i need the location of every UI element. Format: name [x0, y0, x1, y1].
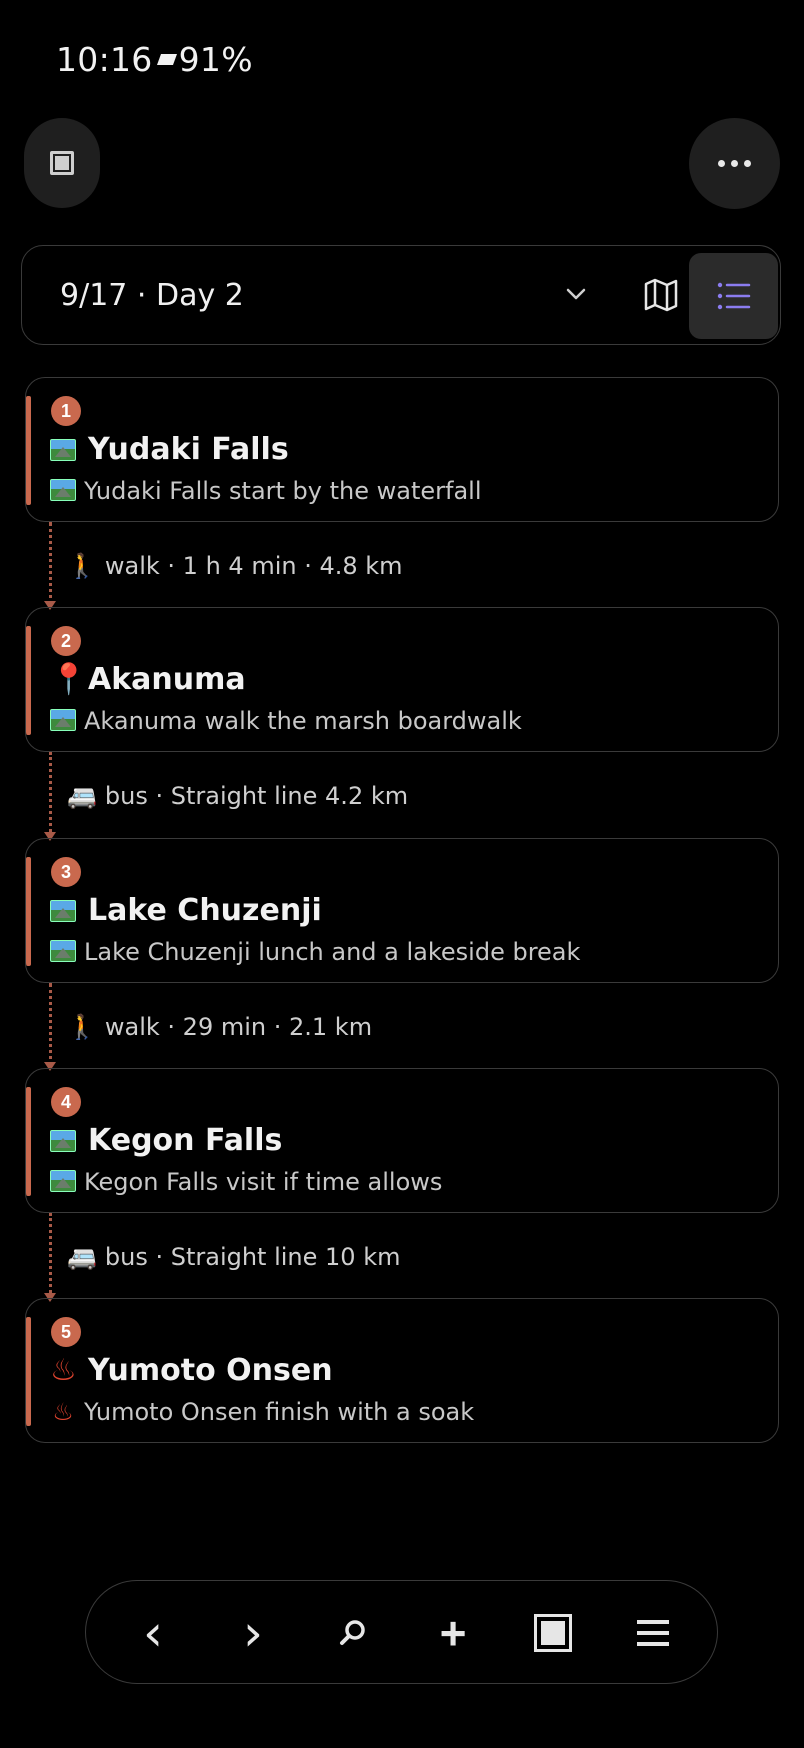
menu-icon	[637, 1620, 669, 1646]
transit-text: walk · 1 h 4 min · 4.8 km	[104, 552, 403, 580]
hot-springs-icon: ♨	[50, 1353, 77, 1388]
stop-name: 📍Akanuma	[50, 662, 246, 697]
stop-note-text: Lake Chuzenji lunch and a lakeside break	[84, 938, 581, 966]
stop-name: Kegon Falls	[50, 1123, 282, 1158]
stop-name-text: Kegon Falls	[88, 1123, 283, 1158]
card-accent	[26, 626, 31, 735]
back-icon: ‹	[143, 1604, 163, 1662]
stop-card[interactable]: 5 ♨ Yumoto Onsen ♨ Yumoto Onsen finish wit…	[25, 1298, 779, 1443]
stop-name-text: Akanuma	[88, 662, 246, 697]
day-title[interactable]: 9/17 · Day 2	[60, 278, 244, 313]
transit-info[interactable]: 🚐 bus · Straight line 10 km	[67, 1243, 400, 1271]
stop-note: Kegon Falls visit if time allows	[50, 1168, 442, 1196]
browser-toolbar: ‹ › +	[85, 1580, 718, 1684]
route-connector	[44, 752, 56, 841]
forward-icon: ›	[243, 1604, 263, 1662]
mountain-picture-icon	[50, 893, 76, 928]
search-button[interactable]	[313, 1581, 393, 1685]
tabs-icon	[534, 1614, 572, 1652]
tabs-button[interactable]	[513, 1581, 593, 1685]
mountain-picture-icon	[50, 1123, 76, 1158]
list-icon	[717, 282, 750, 310]
stop-number: 1	[51, 396, 81, 426]
stop-note-text: Kegon Falls visit if time allows	[84, 1168, 443, 1196]
card-accent	[26, 1317, 31, 1426]
battery-icon	[156, 53, 177, 65]
mountain-picture-icon	[50, 432, 76, 467]
map-icon	[644, 278, 678, 312]
stop-note: Lake Chuzenji lunch and a lakeside break	[50, 938, 580, 966]
route-connector	[44, 983, 56, 1071]
pin-icon: 📍	[50, 662, 88, 697]
route-connector	[44, 522, 56, 610]
walking-person-icon: 🚶	[67, 552, 97, 580]
forward-button[interactable]: ›	[213, 1581, 293, 1685]
card-accent	[26, 396, 31, 505]
search-icon	[340, 1620, 365, 1645]
day-selector: 9/17 · Day 2	[21, 245, 781, 345]
add-icon: +	[439, 1607, 467, 1659]
stop-card[interactable]: 4 Kegon Falls Kegon Falls visit if time …	[25, 1068, 779, 1213]
square-icon	[50, 151, 74, 175]
stop-note-text: Akanuma walk the marsh boardwalk	[84, 707, 522, 735]
mountain-picture-icon	[50, 1168, 76, 1196]
mountain-picture-icon	[50, 938, 76, 966]
stop-card[interactable]: 2 📍Akanuma Akanuma walk the marsh boardw…	[25, 607, 779, 752]
hot-springs-icon: ♨	[52, 1398, 74, 1426]
chevron-down-icon[interactable]	[562, 280, 590, 313]
stop-name-text: Yudaki Falls	[88, 432, 289, 467]
stop-number: 3	[51, 857, 81, 887]
stop-name: Lake Chuzenji	[50, 893, 322, 928]
bus-icon: 🚐	[67, 1243, 97, 1271]
stop-name: Yudaki Falls	[50, 432, 289, 467]
status-bar: 10:16 91%	[56, 40, 253, 79]
transit-text: bus · Straight line 10 km	[104, 1243, 401, 1271]
transit-text: walk · 29 min · 2.1 km	[104, 1013, 373, 1041]
route-connector	[44, 1213, 56, 1302]
mountain-picture-icon	[50, 707, 76, 735]
menu-button[interactable]	[613, 1581, 693, 1685]
walking-person-icon: 🚶	[67, 1013, 97, 1041]
sidebar-toggle-button[interactable]	[24, 118, 100, 208]
card-accent	[26, 857, 31, 966]
stop-note-text: Yudaki Falls start by the waterfall	[84, 477, 482, 505]
transit-info[interactable]: 🚶 walk · 29 min · 2.1 km	[67, 1013, 372, 1041]
transit-info[interactable]: 🚐 bus · Straight line 4.2 km	[67, 782, 408, 810]
stop-name-text: Lake Chuzenji	[88, 893, 322, 928]
list-view-button[interactable]	[689, 253, 778, 339]
transit-text: bus · Straight line 4.2 km	[104, 782, 409, 810]
stop-name: ♨ Yumoto Onsen	[50, 1353, 333, 1388]
stop-name-text: Yumoto Onsen	[88, 1353, 333, 1388]
mountain-picture-icon	[50, 477, 76, 505]
stop-note: ♨ Yumoto Onsen finish with a soak	[50, 1398, 474, 1426]
stop-card[interactable]: 3 Lake Chuzenji Lake Chuzenji lunch and …	[25, 838, 779, 983]
battery-level: 91%	[178, 40, 253, 79]
stop-number: 2	[51, 626, 81, 656]
stop-number: 4	[51, 1087, 81, 1117]
bus-icon: 🚐	[67, 782, 97, 810]
status-time: 10:16	[56, 40, 153, 79]
more-options-button[interactable]	[689, 118, 780, 209]
add-button[interactable]: +	[413, 1581, 493, 1685]
more-icon	[718, 160, 751, 167]
card-accent	[26, 1087, 31, 1196]
stop-number: 5	[51, 1317, 81, 1347]
stop-card[interactable]: 1 Yudaki Falls Yudaki Falls start by the…	[25, 377, 779, 522]
back-button[interactable]: ‹	[113, 1581, 193, 1685]
transit-info[interactable]: 🚶 walk · 1 h 4 min · 4.8 km	[67, 552, 403, 580]
stop-note: Yudaki Falls start by the waterfall	[50, 477, 482, 505]
stop-note: Akanuma walk the marsh boardwalk	[50, 707, 522, 735]
stop-note-text: Yumoto Onsen finish with a soak	[84, 1398, 475, 1426]
